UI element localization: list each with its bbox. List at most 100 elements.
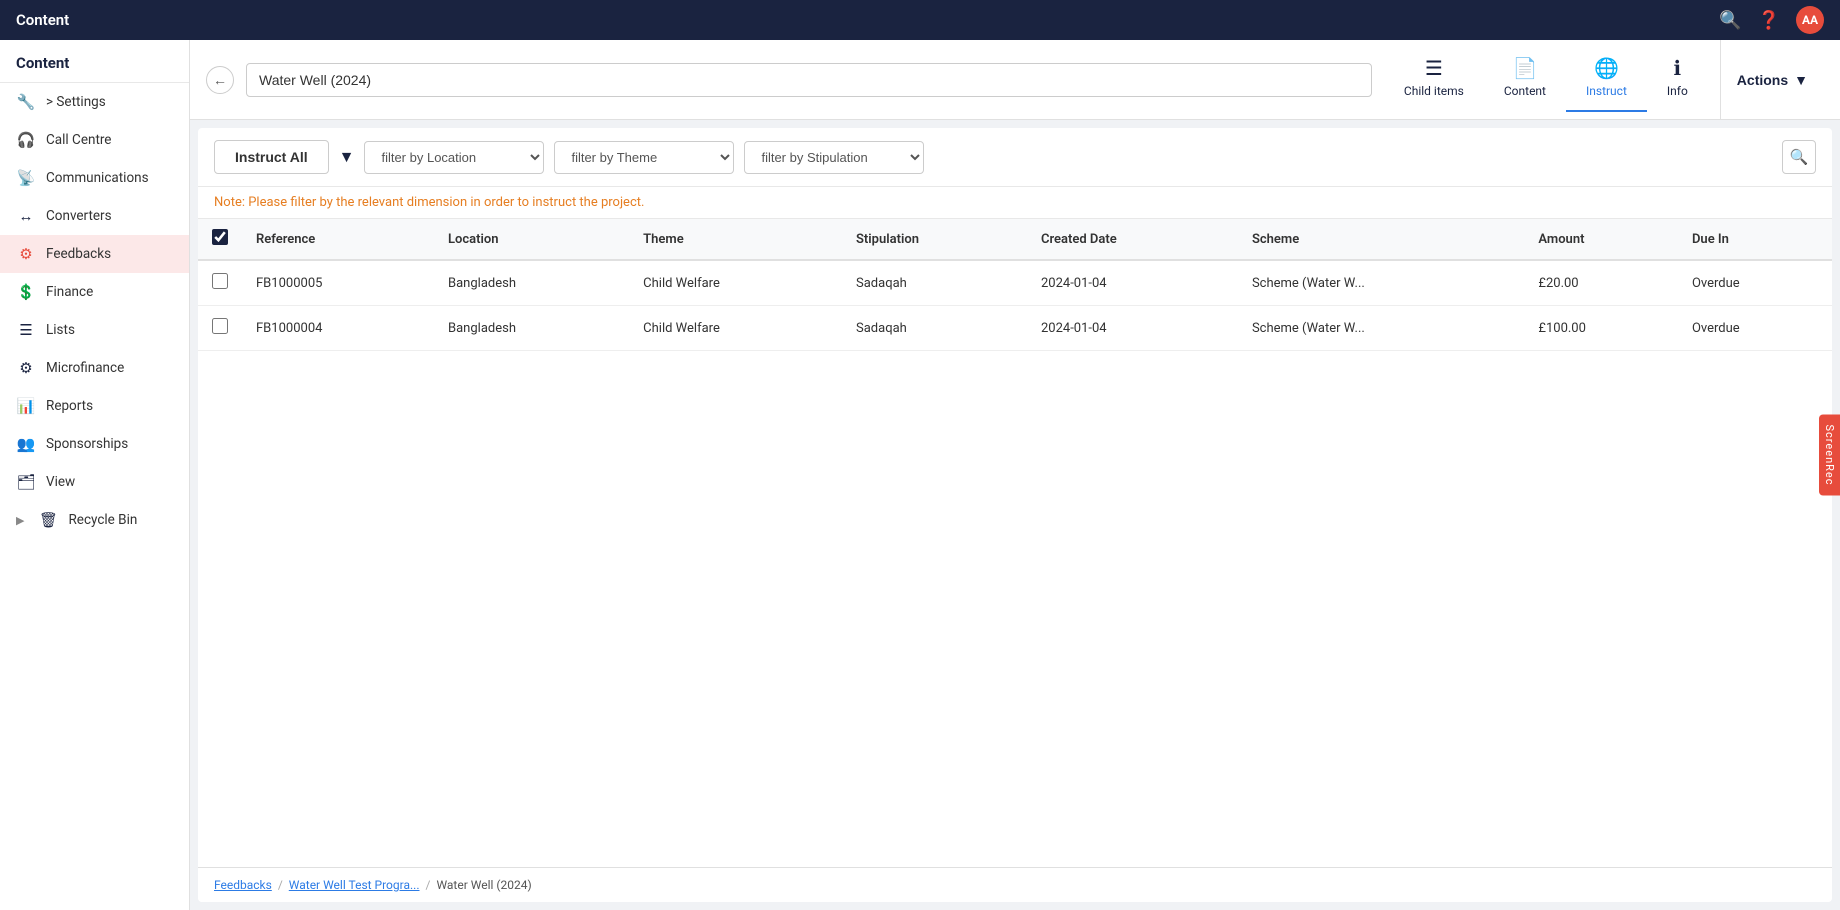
actions-button[interactable]: Actions ▼ (1720, 40, 1824, 119)
location-filter[interactable]: filter by Location Bangladesh Pakistan S… (364, 141, 544, 174)
sidebar-item-label: Finance (46, 284, 93, 300)
main-layout: Content 🔧 > Settings 🎧 Call Centre 📡 Com… (0, 40, 1840, 910)
table-header-amount: Amount (1524, 219, 1678, 260)
sidebar-item-label: Call Centre (46, 132, 111, 148)
row-stipulation: Sadaqah (842, 260, 1027, 306)
arrow-icon: ▶ (16, 514, 24, 527)
breadcrumb-feedbacks[interactable]: Feedbacks (214, 878, 272, 892)
sidebar-item-call-centre[interactable]: 🎧 Call Centre (0, 121, 189, 159)
table-header-theme: Theme (629, 219, 842, 260)
sidebar-item-converters[interactable]: ↔ Converters (0, 197, 189, 235)
screencap-watermark: ScreenRec (1819, 414, 1840, 495)
table-header-checkbox (198, 219, 242, 260)
topbar-icons: 🔍 ❓ AA (1719, 6, 1824, 34)
converters-icon: ↔ (16, 207, 36, 225)
topbar: Content 🔍 ❓ AA (0, 0, 1840, 40)
sidebar-item-microfinance[interactable]: ⚙ Microfinance (0, 349, 189, 387)
page-title-input[interactable] (246, 63, 1372, 97)
sidebar-item-feedbacks[interactable]: ⚙ Feedbacks (0, 235, 189, 273)
table-header-scheme: Scheme (1238, 219, 1524, 260)
table-header-due-in: Due In (1678, 219, 1832, 260)
select-all-checkbox[interactable] (212, 229, 228, 245)
breadcrumb-water-well-test[interactable]: Water Well Test Progra... (289, 878, 420, 892)
tab-content[interactable]: 📄 Content (1484, 48, 1566, 112)
sidebar-item-recycle-bin[interactable]: ▶ 🗑 Recycle Bin (0, 501, 189, 539)
content-header: ← ☰ Child items 📄 Content 🌐 Instruct ℹ I (190, 40, 1840, 120)
table-container: Reference Location Theme Stipulation Cre… (198, 219, 1832, 867)
avatar[interactable]: AA (1796, 6, 1824, 34)
theme-filter[interactable]: filter by Theme Child Welfare Education … (554, 141, 734, 174)
search-icon[interactable]: 🔍 (1719, 10, 1741, 31)
app-title: Content (16, 11, 69, 29)
tab-info-label: Info (1667, 84, 1688, 98)
row-created-date: 2024-01-04 (1027, 306, 1238, 351)
info-icon: ℹ (1674, 56, 1682, 80)
sidebar-item-label: Microfinance (46, 360, 124, 376)
table-header-location: Location (434, 219, 629, 260)
breadcrumb-sep-1: / (278, 878, 283, 892)
row-amount: £100.00 (1524, 306, 1678, 351)
actions-label: Actions (1737, 72, 1788, 88)
table-header-stipulation: Stipulation (842, 219, 1027, 260)
instruct-table: Reference Location Theme Stipulation Cre… (198, 219, 1832, 351)
row-due-in: Overdue (1678, 306, 1832, 351)
tab-child-items[interactable]: ☰ Child items (1384, 48, 1484, 112)
reports-icon: 📊 (16, 397, 36, 415)
sidebar-item-finance[interactable]: 💲 Finance (0, 273, 189, 311)
child-items-icon: ☰ (1425, 56, 1443, 80)
table-header-reference: Reference (242, 219, 434, 260)
sponsorships-icon: 👥 (16, 435, 36, 453)
tab-info[interactable]: ℹ Info (1647, 48, 1708, 112)
table-header-created-date: Created Date (1027, 219, 1238, 260)
row-checkbox[interactable] (212, 273, 228, 289)
row-stipulation: Sadaqah (842, 306, 1027, 351)
stipulation-filter[interactable]: filter by Stipulation Sadaqah Zakat Lill… (744, 141, 924, 174)
row-theme: Child Welfare (629, 260, 842, 306)
filter-funnel-icon: ▼ (339, 147, 355, 167)
tab-instruct-label: Instruct (1586, 84, 1627, 98)
sidebar-item-label: Recycle Bin (68, 512, 137, 528)
search-icon: 🔍 (1790, 148, 1809, 166)
sidebar: Content 🔧 > Settings 🎧 Call Centre 📡 Com… (0, 40, 190, 910)
sidebar-item-settings[interactable]: 🔧 > Settings (0, 83, 189, 121)
instruct-all-button[interactable]: Instruct All (214, 140, 329, 174)
table-row: FB1000005 Bangladesh Child Welfare Sadaq… (198, 260, 1832, 306)
row-created-date: 2024-01-04 (1027, 260, 1238, 306)
back-button[interactable]: ← (206, 66, 234, 94)
breadcrumb-sep-2: / (426, 878, 431, 892)
row-reference: FB1000005 (242, 260, 434, 306)
row-scheme: Scheme (Water W... (1238, 260, 1524, 306)
sidebar-item-label: View (46, 474, 75, 490)
sidebar-item-label: > Settings (46, 94, 106, 110)
sidebar-item-reports[interactable]: 📊 Reports (0, 387, 189, 425)
instruct-icon: 🌐 (1594, 56, 1619, 80)
sidebar-item-lists[interactable]: ☰ Lists (0, 311, 189, 349)
search-button[interactable]: 🔍 (1782, 140, 1816, 174)
actions-dropdown-icon: ▼ (1794, 72, 1808, 88)
row-checkbox-cell (198, 306, 242, 351)
row-amount: £20.00 (1524, 260, 1678, 306)
settings-icon: 🔧 (16, 93, 36, 111)
recycle-bin-icon: 🗑 (38, 511, 58, 529)
row-due-in: Overdue (1678, 260, 1832, 306)
sidebar-item-communications[interactable]: 📡 Communications (0, 159, 189, 197)
sidebar-item-label: Lists (46, 322, 75, 338)
feedbacks-icon: ⚙ (16, 245, 36, 263)
help-icon[interactable]: ❓ (1758, 10, 1780, 31)
sidebar-header: Content (0, 40, 189, 83)
row-checkbox[interactable] (212, 318, 228, 334)
sidebar-item-sponsorships[interactable]: 👥 Sponsorships (0, 425, 189, 463)
instruct-panel: Instruct All ▼ filter by Location Bangla… (198, 128, 1832, 902)
note-text: Note: Please filter by the relevant dime… (214, 195, 644, 210)
row-location: Bangladesh (434, 306, 629, 351)
row-checkbox-cell (198, 260, 242, 306)
content-area: ← ☰ Child items 📄 Content 🌐 Instruct ℹ I (190, 40, 1840, 910)
table-header-row: Reference Location Theme Stipulation Cre… (198, 219, 1832, 260)
row-theme: Child Welfare (629, 306, 842, 351)
communications-icon: 📡 (16, 169, 36, 187)
tab-instruct[interactable]: 🌐 Instruct (1566, 48, 1647, 112)
filter-bar: Instruct All ▼ filter by Location Bangla… (198, 128, 1832, 187)
tab-content-label: Content (1504, 84, 1546, 98)
breadcrumb: Feedbacks / Water Well Test Progra... / … (198, 867, 1832, 902)
sidebar-item-view[interactable]: 🗂 View (0, 463, 189, 501)
